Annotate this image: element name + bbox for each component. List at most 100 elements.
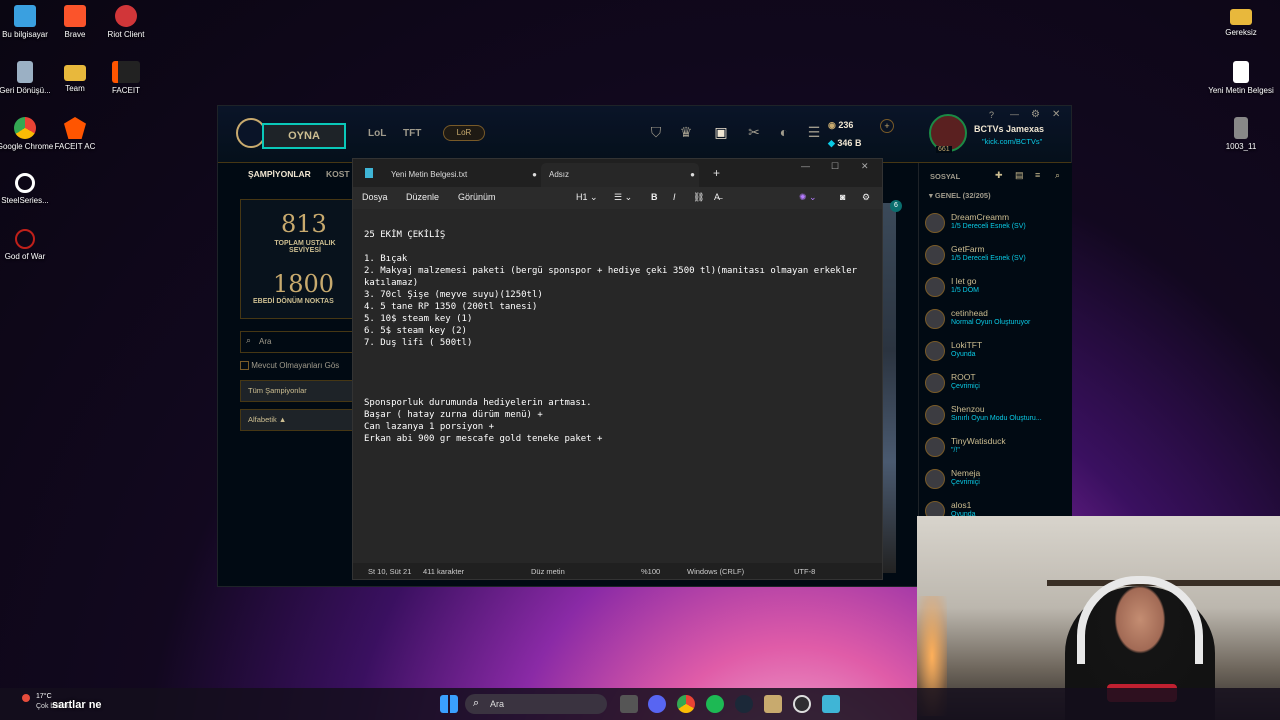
clear-format-icon[interactable]: A̶ xyxy=(714,192,720,202)
heading-dropdown[interactable]: H1 ⌄ xyxy=(576,192,598,203)
tab-champions[interactable]: ŞAMPİYONLAR xyxy=(248,169,311,179)
checkbox[interactable] xyxy=(240,361,249,371)
god-of-war-icon xyxy=(15,229,35,249)
desktop-icon-gereksiz[interactable]: Gereksiz xyxy=(1208,5,1274,38)
desktop-icon-riot-client[interactable]: Riot Client xyxy=(93,5,159,40)
weather-icon xyxy=(22,694,30,702)
folder-icon xyxy=(1230,9,1252,25)
settings-icon[interactable]: ⚙ xyxy=(862,192,870,203)
tab-adsiz[interactable]: Adsız ● xyxy=(541,163,699,187)
nav-lol[interactable]: LoL xyxy=(368,128,386,139)
lol-icon[interactable] xyxy=(764,695,782,713)
text-line: Can lazanya 1 porsiyon + xyxy=(364,422,495,432)
settings-icon[interactable]: ⚙ xyxy=(1031,109,1040,120)
minimize-icon[interactable]: — xyxy=(1010,109,1019,119)
friend-item[interactable]: cetinhead Normal Oyun Oluşturuyor xyxy=(925,307,1070,337)
friend-item[interactable]: I let go 1/5 DOM xyxy=(925,275,1070,305)
tab-close-dot-icon[interactable]: ● xyxy=(532,163,537,187)
friend-item[interactable]: LokiTFT Oyunda xyxy=(925,339,1070,369)
avatar xyxy=(925,437,945,457)
friend-item[interactable]: DreamCreamm 1/5 Dereceli Esnek (SV) xyxy=(925,211,1070,241)
italic-icon[interactable]: I xyxy=(673,192,676,202)
copilot-icon[interactable]: ✺ ⌄ xyxy=(799,192,817,203)
tab-skins[interactable]: KOST xyxy=(326,169,350,179)
play-button[interactable]: OYNA xyxy=(262,123,346,149)
champion-grid xyxy=(882,203,896,573)
steam-icon[interactable] xyxy=(735,695,753,713)
menu-view[interactable]: Görünüm xyxy=(458,192,496,202)
add-folder-icon[interactable]: ▤ xyxy=(1015,170,1024,181)
champion-search[interactable]: ⌕ Ara xyxy=(240,331,354,353)
friend-item[interactable]: ROOT Çevrimiçi xyxy=(925,371,1070,401)
notepad-menubar: Dosya Düzenle Görünüm H1 ⌄ ☰ ⌄ B I ⛓ A̶ … xyxy=(353,187,882,209)
desktop-icon-faceit[interactable]: FACEIT xyxy=(93,61,159,96)
account-icon[interactable]: ◙ xyxy=(840,192,845,202)
clash-icon[interactable]: ◐ xyxy=(774,124,794,144)
brave-icon xyxy=(64,5,86,27)
friend-item[interactable]: GetFarm 1/5 Dereceli Esnek (SV) xyxy=(925,243,1070,273)
unavailable-toggle[interactable]: Mevcut Olmayanları Gös xyxy=(240,361,339,371)
sort-dropdown[interactable]: Alfabetik ▲ xyxy=(240,409,354,431)
avatar xyxy=(925,245,945,265)
folder-icon xyxy=(64,65,86,81)
text-format[interactable]: Düz metin xyxy=(531,567,565,576)
notepad-editor[interactable]: 25 EKİM ÇEKİLİŞ 1. Bıçak 2. Makyaj malze… xyxy=(353,209,882,564)
windows-start-icon[interactable] xyxy=(440,695,458,713)
notepad-icon[interactable] xyxy=(822,695,840,713)
tab-close-dot-icon[interactable]: ● xyxy=(690,163,695,187)
list-icon[interactable]: ☰ ⌄ xyxy=(614,192,632,203)
text-line: 2. Makyaj malzemesi paketi (bergü sponsp… xyxy=(364,266,858,276)
steelseries-icon xyxy=(15,173,35,193)
events-icon[interactable]: ♛ xyxy=(676,124,696,144)
add-friend-icon[interactable]: ✚ xyxy=(995,170,1003,181)
discord-icon[interactable] xyxy=(648,695,666,713)
trophy-icon[interactable]: ⛉ xyxy=(646,124,666,144)
list-icon[interactable]: ≡ xyxy=(1035,170,1040,180)
friend-item[interactable]: TinyWatisduck "/!" xyxy=(925,435,1070,465)
desktop-icon-faceit-ac[interactable]: FACEIT AC xyxy=(42,117,108,152)
mastery-value: 813 xyxy=(281,210,327,238)
eternal-value: 1800 xyxy=(273,270,335,298)
bold-icon[interactable]: B xyxy=(651,192,658,202)
obs-icon[interactable] xyxy=(793,695,811,713)
loot-icon[interactable]: ✂ xyxy=(744,124,764,144)
add-currency-icon[interactable]: + xyxy=(880,119,894,133)
text-line: 6. 5$ steam key (2) xyxy=(364,326,467,336)
encoding[interactable]: UTF-8 xyxy=(794,567,815,576)
headset xyxy=(1077,576,1203,664)
friend-group-header[interactable]: ▾ GENEL (32/205) xyxy=(929,191,991,200)
collection-icon[interactable]: ▣ xyxy=(711,124,731,144)
task-view-icon[interactable] xyxy=(620,695,638,713)
friend-item[interactable]: Shenzou Sınırlı Oyun Modu Oluşturu... xyxy=(925,403,1070,433)
avatar xyxy=(925,213,945,233)
line-ending[interactable]: Windows (CRLF) xyxy=(687,567,744,576)
nav-lor[interactable]: LoR xyxy=(443,125,485,141)
zoom-level[interactable]: %100 xyxy=(641,567,660,576)
store-icon[interactable]: ☰ xyxy=(804,124,824,144)
nav-tft[interactable]: TFT xyxy=(403,128,421,139)
desktop-icon-1003-11[interactable]: 1003_11 xyxy=(1208,117,1274,152)
menu-edit[interactable]: Düzenle xyxy=(406,192,439,202)
taskbar-search[interactable]: ⌕ Ara xyxy=(465,694,607,714)
filter-dropdown[interactable]: Tüm Şampiyonlar xyxy=(240,380,354,402)
spotify-icon[interactable] xyxy=(706,695,724,713)
menu-file[interactable]: Dosya xyxy=(362,192,388,202)
text-line: 4. 5 tane RP 1350 (200tl tanesi) xyxy=(364,302,538,312)
link-icon[interactable]: ⛓ xyxy=(693,192,704,203)
help-icon[interactable]: ? xyxy=(989,110,994,120)
notification-badge: 6 xyxy=(890,200,902,212)
desktop-icon-steelseries[interactable]: SteelSeries... xyxy=(0,173,58,206)
maximize-icon[interactable]: ☐ xyxy=(831,161,839,172)
desktop-icon-god-of-war[interactable]: God of War xyxy=(0,229,58,262)
close-icon[interactable]: ✕ xyxy=(861,161,869,172)
friend-item[interactable]: Nemeja Çevrimiçi xyxy=(925,467,1070,497)
close-icon[interactable]: ✕ xyxy=(1052,109,1060,120)
new-tab-icon[interactable]: + xyxy=(713,166,720,180)
stream-overlay-text: sartlar ne xyxy=(52,699,102,711)
desktop-icon-text-doc[interactable]: Yeni Metin Belgesi xyxy=(1208,61,1274,96)
search-icon[interactable]: ⌕ xyxy=(1055,170,1060,181)
tab-yeni-metin[interactable]: Yeni Metin Belgesi.txt ● xyxy=(383,163,541,187)
chrome-icon[interactable] xyxy=(677,695,695,713)
search-input[interactable]: Ara xyxy=(259,337,271,346)
minimize-icon[interactable]: — xyxy=(801,161,810,171)
